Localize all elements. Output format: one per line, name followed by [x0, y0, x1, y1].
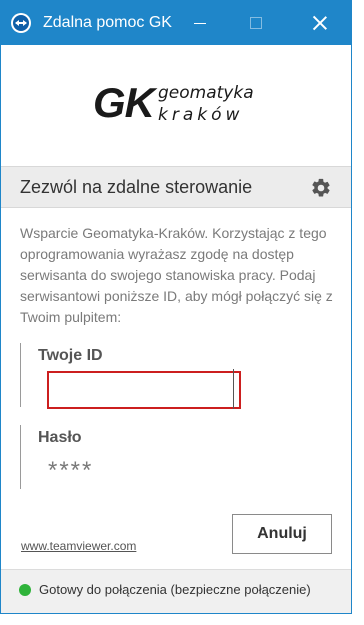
teamviewer-icon: [11, 13, 31, 33]
status-bar: Gotowy do połączenia (bezpieczne połącze…: [1, 569, 351, 613]
maximize-icon: [250, 17, 262, 29]
title-bar[interactable]: Zdalna pomoc GK: [1, 1, 351, 45]
id-field: Twoje ID: [20, 343, 250, 409]
minimize-button[interactable]: [177, 1, 223, 45]
close-icon: [313, 16, 327, 30]
minimize-icon: [194, 22, 206, 24]
section-header: Zezwól na zdalne sterowanie: [1, 166, 351, 208]
status-text: Gotowy do połączenia (bezpieczne połącze…: [39, 582, 311, 597]
logo-mark: GK: [93, 79, 155, 126]
password-field: Hasło ****: [20, 425, 250, 489]
status-indicator-icon: [19, 584, 31, 596]
section-title: Zezwól na zdalne sterowanie: [20, 177, 253, 197]
logo-line1: geomatyka: [158, 83, 254, 103]
description-text: Wsparcie Geomatyka-Kraków. Korzystając z…: [20, 225, 333, 325]
remote-support-window: Zdalna pomoc GK GK geomatyka kraków Zezw…: [0, 0, 352, 614]
text-cursor: [233, 369, 234, 409]
password-value[interactable]: ****: [48, 457, 93, 485]
close-button[interactable]: [297, 1, 343, 45]
id-value[interactable]: [47, 371, 241, 409]
cancel-button[interactable]: Anuluj: [232, 514, 332, 554]
id-label: Twoje ID: [38, 347, 103, 364]
window-title: Zdalna pomoc GK: [43, 14, 172, 31]
password-label: Hasło: [38, 429, 82, 446]
logo-line2: kraków: [158, 105, 244, 125]
maximize-button: [233, 1, 279, 45]
teamviewer-link[interactable]: www.teamviewer.com: [21, 539, 136, 553]
logo-area: GK geomatyka kraków: [1, 45, 351, 165]
gear-icon[interactable]: [310, 177, 332, 199]
